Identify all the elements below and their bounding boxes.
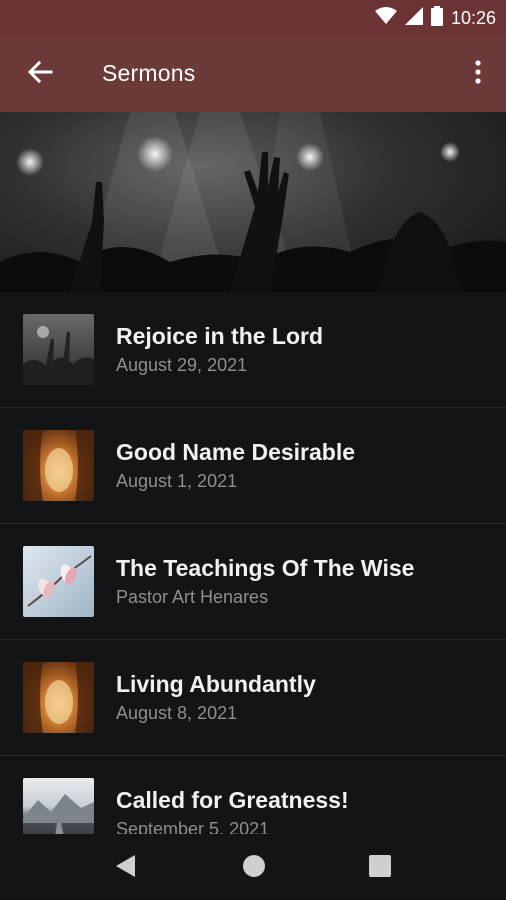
sermon-title: Called for Greatness! [116,787,349,813]
signal-icon [404,6,423,30]
list-item[interactable]: Called for Greatness! September 5, 2021 [0,756,506,834]
wifi-icon [374,6,397,30]
list-item[interactable]: Living Abundantly August 8, 2021 [0,640,506,756]
more-vert-icon [475,59,481,89]
status-icons: 10:26 [374,5,496,31]
back-triangle-icon [115,854,137,883]
nav-home-button[interactable] [240,854,268,882]
thumbnail-image [23,778,94,834]
thumbnail-image [23,314,94,385]
sermon-list: Rejoice in the Lord August 29, 2021 Good… [0,292,506,834]
sermon-date: August 1, 2021 [116,471,238,491]
home-circle-icon [242,854,266,883]
sermon-date: August 29, 2021 [116,355,248,375]
battery-icon [430,5,443,31]
list-item[interactable]: Rejoice in the Lord August 29, 2021 [0,292,506,408]
thumbnail-image [23,430,94,501]
sermon-date: September 5, 2021 [116,819,270,834]
thumbnail-image [23,662,94,733]
sermon-title: The Teachings Of The Wise [116,555,415,581]
nav-recents-button[interactable] [366,854,394,882]
overflow-menu-button[interactable] [464,52,492,96]
sermon-author: Pastor Art Henares [116,587,269,607]
status-time: 10:26 [450,7,496,28]
sermon-date: August 8, 2021 [116,703,238,723]
recents-square-icon [369,854,391,882]
sermon-title: Good Name Desirable [116,439,356,465]
page-title: Sermons [102,60,196,86]
list-item[interactable]: Good Name Desirable August 1, 2021 [0,408,506,524]
thumbnail-image [23,546,94,617]
back-button[interactable] [18,52,62,96]
sermon-title: Living Abundantly [116,671,316,697]
arrow-back-icon [27,60,53,89]
nav-back-button[interactable] [112,854,140,882]
sermon-title: Rejoice in the Lord [116,323,324,349]
status-bar: 10:26 [0,0,506,36]
list-item[interactable]: The Teachings Of The Wise Pastor Art Hen… [0,524,506,640]
system-nav-bar [0,834,506,900]
screen: 10:26 Sermons Rejoice in the Lord August… [0,0,506,900]
app-bar: Sermons [0,36,506,112]
hero-image [0,112,506,292]
